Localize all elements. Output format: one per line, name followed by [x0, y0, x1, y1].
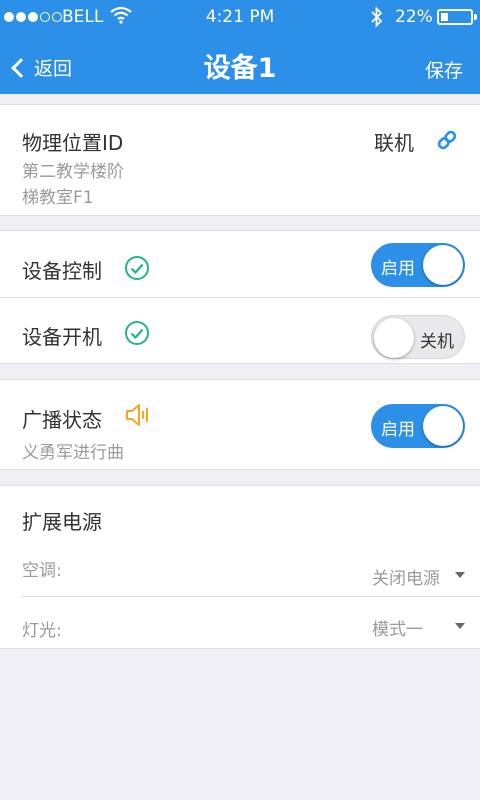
save-button[interactable]: 保存 [425, 56, 463, 83]
check-circle-icon [124, 320, 150, 350]
toggle-knob [374, 318, 414, 358]
extended-power-card: 扩展电源 空调: 关闭电源 灯光: 模式一 [0, 485, 480, 649]
divider [22, 596, 480, 597]
broadcast-toggle-label: 启用 [381, 420, 415, 440]
aircon-value: 关闭电源 [372, 569, 440, 589]
bluetooth-icon [370, 6, 384, 33]
aircon-select[interactable]: 关闭电源 [300, 552, 470, 589]
device-power-label: 设备开机 [22, 325, 102, 349]
caret-down-icon [455, 572, 465, 578]
device-power-toggle-label: 关机 [420, 332, 454, 352]
toggle-knob [423, 406, 463, 446]
broadcast-track: 义勇军进行曲 [22, 443, 124, 463]
battery-icon [437, 9, 473, 25]
device-controls-card: 设备控制 启用 设备开机 关机 [0, 230, 480, 364]
caret-down-icon [455, 623, 465, 629]
device-power-toggle[interactable]: 关机 [371, 315, 465, 359]
top-bar: BELL 4:21 PM 22% 返回 设备1 保存 [0, 0, 480, 94]
location-label: 物理位置ID [22, 131, 124, 155]
address-line-2: 梯教室F1 [22, 188, 94, 208]
link-icon[interactable] [436, 129, 458, 155]
location-card: 物理位置ID 第二教学楼阶 梯教室F1 联机 [0, 104, 480, 216]
light-value: 模式一 [372, 620, 423, 640]
extended-power-title: 扩展电源 [22, 510, 102, 534]
connection-status: 联机 [374, 131, 414, 155]
broadcast-toggle[interactable]: 启用 [371, 404, 465, 448]
broadcast-card: 广播状态 义勇军进行曲 启用 [0, 379, 480, 470]
speaker-icon [124, 402, 152, 432]
device-control-label: 设备控制 [22, 259, 102, 283]
light-select[interactable]: 模式一 [300, 608, 470, 642]
device-control-toggle[interactable]: 启用 [371, 243, 465, 287]
check-circle-icon [124, 255, 150, 285]
broadcast-label: 广播状态 [22, 408, 102, 432]
aircon-label: 空调: [22, 561, 62, 581]
battery-percent: 22% [395, 7, 433, 27]
toggle-knob [423, 245, 463, 285]
light-label: 灯光: [22, 621, 62, 641]
device-control-toggle-label: 启用 [381, 259, 415, 279]
battery-tip [474, 14, 477, 20]
page-title: 设备1 [203, 53, 277, 84]
divider [0, 297, 480, 298]
nav-bar: 返回 设备1 保存 [0, 34, 480, 94]
address-line-1: 第二教学楼阶 [22, 162, 124, 182]
status-bar: BELL 4:21 PM 22% [0, 0, 480, 34]
